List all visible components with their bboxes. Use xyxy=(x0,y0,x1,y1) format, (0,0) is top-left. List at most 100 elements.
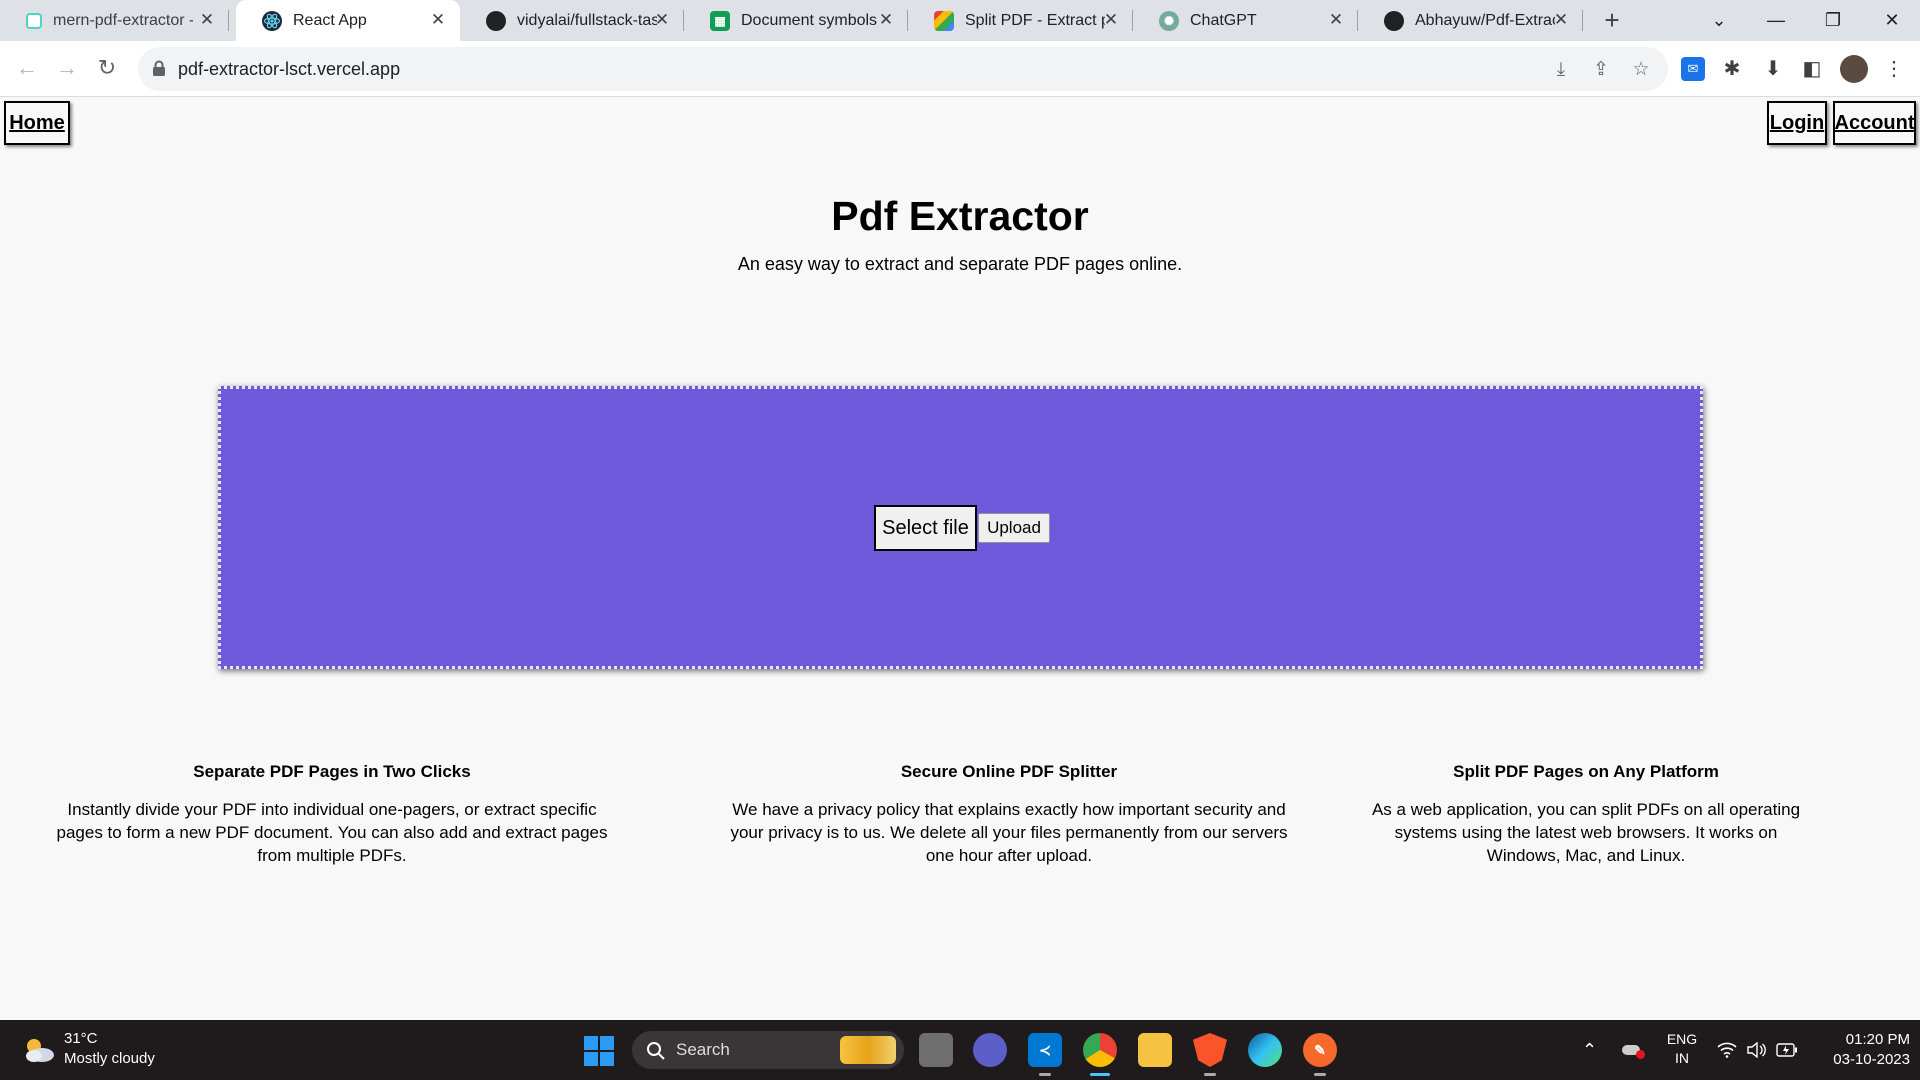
install-app-icon[interactable]: ⤓ xyxy=(1550,59,1572,81)
brave-icon[interactable] xyxy=(1193,1033,1227,1067)
forward-button[interactable]: → xyxy=(52,53,82,83)
clock[interactable]: 01:20 PM 03-10-2023 xyxy=(1806,1030,1910,1070)
tab-split-pdf[interactable]: Split PDF - Extract pa ✕ xyxy=(908,0,1133,41)
wifi-icon[interactable] xyxy=(1717,1020,1737,1080)
tab-title: mern-pdf-extractor - xyxy=(53,11,193,29)
volume-icon[interactable] xyxy=(1746,1020,1766,1080)
bookmark-star-icon[interactable]: ☆ xyxy=(1630,59,1652,81)
login-link[interactable]: Login xyxy=(1767,101,1827,145)
tab-title: Abhayuw/Pdf-Extract xyxy=(1415,11,1555,29)
language-indicator[interactable]: ENG IN xyxy=(1662,1030,1702,1068)
close-icon[interactable]: ✕ xyxy=(876,10,896,30)
upload-button[interactable]: Upload xyxy=(978,513,1050,543)
language-code: ENG xyxy=(1666,1031,1698,1047)
onedrive-error-icon[interactable] xyxy=(1622,1020,1645,1080)
tab-mern-pdf-extractor[interactable]: mern-pdf-extractor - ✕ xyxy=(0,0,229,41)
github-icon xyxy=(1384,10,1404,31)
feature-heading: Split PDF Pages on Any Platform xyxy=(1453,762,1719,781)
weather-temperature: 31°C xyxy=(64,1030,98,1047)
chrome-icon[interactable] xyxy=(1083,1033,1117,1067)
close-icon[interactable]: ✕ xyxy=(1101,10,1121,30)
battery-icon[interactable] xyxy=(1776,1020,1798,1080)
region-code: IN xyxy=(1675,1050,1689,1066)
running-indicator xyxy=(1039,1073,1051,1076)
tab-separator xyxy=(228,10,229,31)
file-dropzone[interactable]: Select file Upload xyxy=(218,386,1703,669)
close-icon[interactable]: ✕ xyxy=(1551,10,1571,30)
tab-react-app[interactable]: React App ✕ xyxy=(236,0,460,41)
select-file-button[interactable]: Select file xyxy=(874,505,977,551)
search-icon xyxy=(647,1042,665,1060)
tab-title: Split PDF - Extract pa xyxy=(965,11,1105,29)
side-panel-icon[interactable]: ◧ xyxy=(1800,57,1824,81)
restore-button[interactable]: ❐ xyxy=(1805,0,1861,41)
tab-title: ChatGPT xyxy=(1190,11,1257,29)
home-link[interactable]: Home xyxy=(4,101,70,145)
minimize-button[interactable]: — xyxy=(1748,0,1804,41)
active-indicator xyxy=(1090,1073,1110,1076)
running-indicator xyxy=(1204,1073,1216,1076)
start-button[interactable] xyxy=(584,1036,614,1066)
close-icon[interactable]: ✕ xyxy=(197,10,217,30)
file-explorer-icon[interactable] xyxy=(1138,1033,1172,1067)
feature-text: Instantly divide your PDF into individua… xyxy=(56,800,608,865)
share-icon[interactable]: ⇪ xyxy=(1590,59,1612,81)
tab-document-symbols[interactable]: ▦ Document symbols a ✕ xyxy=(684,0,908,41)
vscode-icon[interactable]: ≺ xyxy=(1028,1033,1062,1067)
clock-date: 03-10-2023 xyxy=(1833,1051,1910,1068)
sheets-icon: ▦ xyxy=(710,10,730,31)
windows-taskbar: 31°C Mostly cloudy Search ≺ ✎ ⌃ ENG IN 0… xyxy=(0,1020,1920,1080)
tab-title: vidyalai/fullstack-task xyxy=(517,11,657,29)
reload-button[interactable]: ↻ xyxy=(92,53,122,83)
clock-time: 01:20 PM xyxy=(1845,1031,1910,1048)
github-icon xyxy=(486,10,506,31)
weather-description: Mostly cloudy xyxy=(64,1050,155,1067)
colorful-icon xyxy=(934,10,954,31)
feature-secure: Secure Online PDF Splitter We have a pri… xyxy=(729,762,1289,867)
extension-translate-icon[interactable]: ✉ xyxy=(1681,57,1705,81)
page-title: Pdf Extractor xyxy=(831,193,1089,239)
account-link[interactable]: Account xyxy=(1833,101,1916,145)
feature-heading: Separate PDF Pages in Two Clicks xyxy=(193,762,471,781)
tab-chatgpt[interactable]: ✺ ChatGPT ✕ xyxy=(1133,0,1358,41)
close-icon[interactable]: ✕ xyxy=(652,10,672,30)
tab-strip: mern-pdf-extractor - ✕ React App ✕ vidya… xyxy=(0,0,1920,41)
close-window-button[interactable]: ✕ xyxy=(1864,0,1920,41)
taskbar-search[interactable]: Search xyxy=(632,1031,904,1069)
tab-separator xyxy=(1582,10,1583,31)
postman-icon[interactable]: ✎ xyxy=(1303,1033,1337,1067)
new-tab-button[interactable]: + xyxy=(1599,7,1625,34)
tab-github-pdf-extract[interactable]: Abhayuw/Pdf-Extract ✕ xyxy=(1358,0,1583,41)
page-content: Home Login Account Pdf Extractor An easy… xyxy=(0,97,1920,1020)
cloudy-weather-icon xyxy=(26,1039,54,1062)
tab-search-chevron-icon[interactable]: ⌄ xyxy=(1691,0,1747,41)
profile-avatar[interactable] xyxy=(1840,55,1868,83)
tray-chevron-icon[interactable]: ⌃ xyxy=(1582,1020,1597,1080)
address-bar[interactable]: pdf-extractor-lsct.vercel.app ⤓ ⇪ ☆ xyxy=(138,47,1668,91)
feature-text: We have a privacy policy that explains e… xyxy=(730,800,1288,865)
feature-heading: Secure Online PDF Splitter xyxy=(900,762,1118,781)
running-indicator xyxy=(1314,1073,1326,1076)
page-subtitle: An easy way to extract and separate PDF … xyxy=(737,254,1183,274)
task-view-icon[interactable] xyxy=(919,1033,953,1067)
close-icon[interactable]: ✕ xyxy=(428,10,448,30)
replit-icon xyxy=(26,12,42,29)
downloads-icon[interactable]: ⬇ xyxy=(1761,57,1785,81)
search-highlight-icon xyxy=(840,1036,896,1064)
back-button[interactable]: ← xyxy=(12,53,42,83)
feature-two-clicks: Separate PDF Pages in Two Clicks Instant… xyxy=(52,762,612,867)
feature-any-platform: Split PDF Pages on Any Platform As a web… xyxy=(1356,762,1816,867)
extensions-puzzle-icon[interactable]: ✱ xyxy=(1720,57,1744,81)
close-icon[interactable]: ✕ xyxy=(1326,10,1346,30)
react-icon xyxy=(262,10,282,31)
teams-chat-icon[interactable] xyxy=(973,1033,1007,1067)
weather-widget[interactable]: 31°C Mostly cloudy xyxy=(0,1020,180,1080)
tab-title: React App xyxy=(293,11,367,29)
menu-kebab-icon[interactable]: ⋮ xyxy=(1882,57,1906,81)
url-text[interactable]: pdf-extractor-lsct.vercel.app xyxy=(178,59,400,80)
tab-github-fullstack-task[interactable]: vidyalai/fullstack-task ✕ xyxy=(460,0,684,41)
feature-text: As a web application, you can split PDFs… xyxy=(1371,800,1801,865)
edge-icon[interactable] xyxy=(1248,1033,1282,1067)
lock-icon xyxy=(153,60,165,76)
tab-title: Document symbols a xyxy=(741,11,881,29)
